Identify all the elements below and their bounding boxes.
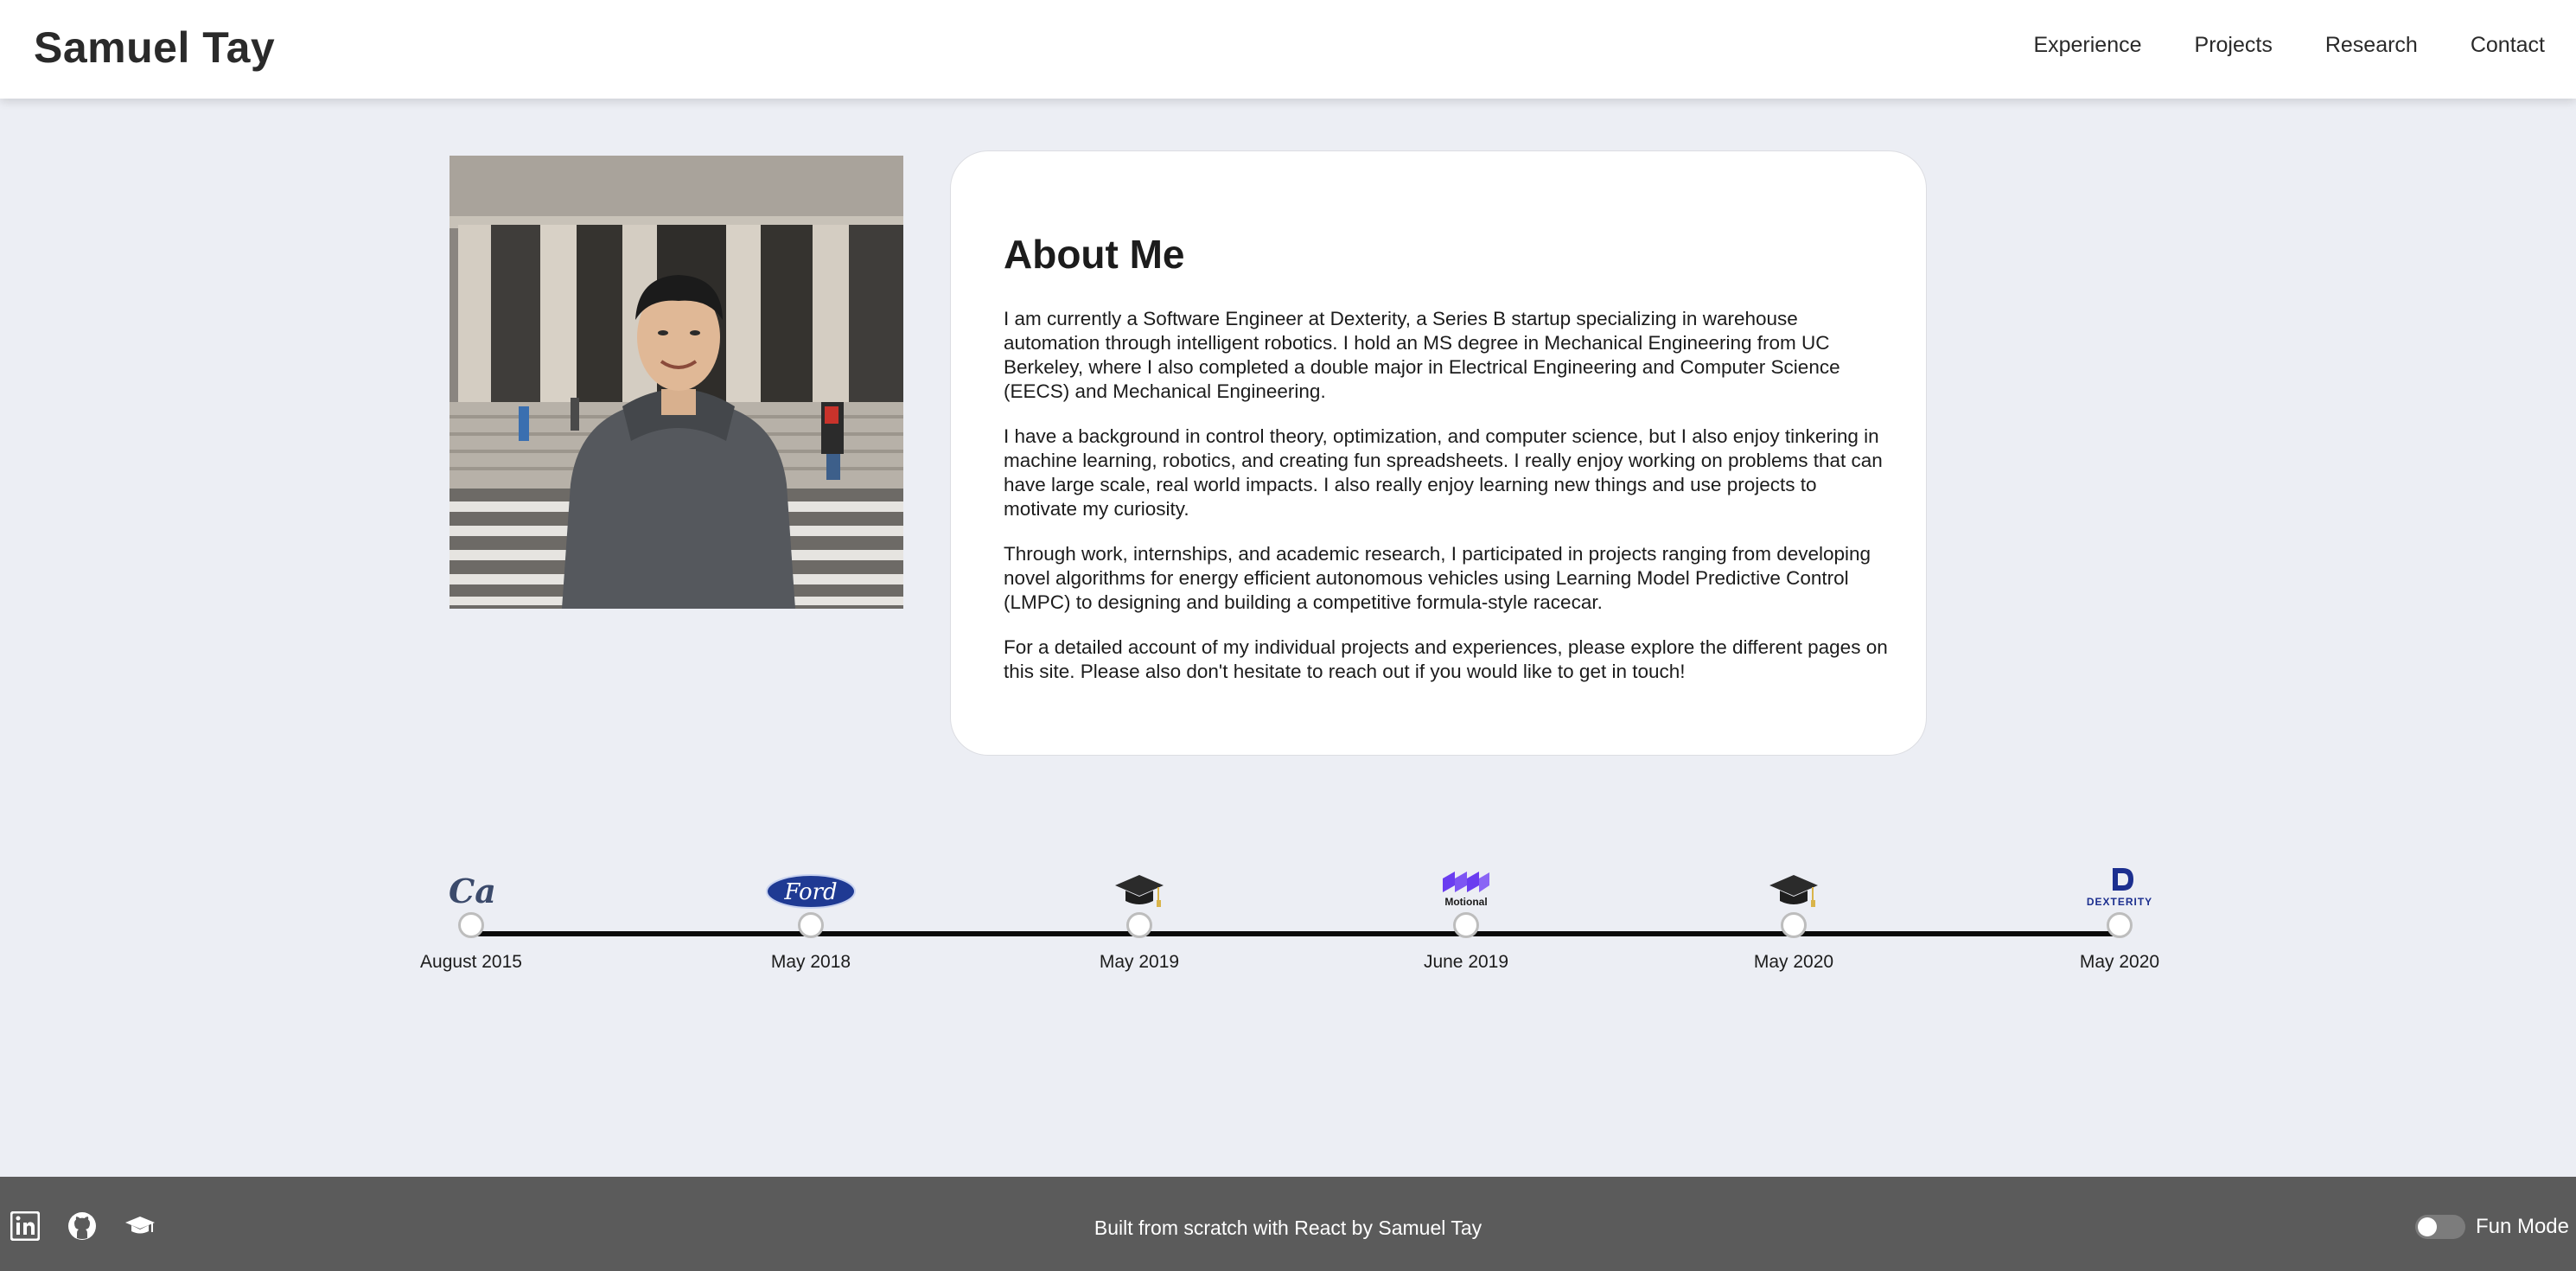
- fun-mode-control: Fun Mode: [2414, 1215, 2569, 1239]
- nav-contact[interactable]: Contact: [2471, 33, 2545, 58]
- site-brand[interactable]: Samuel Tay: [34, 22, 275, 73]
- about-paragraph: I have a background in control theory, o…: [1004, 425, 1883, 520]
- timeline-item: May 2020: [1707, 856, 1880, 973]
- timeline-item: DEXTERITY May 2020: [2033, 856, 2206, 973]
- timeline-date: June 2019: [1423, 952, 1509, 972]
- timeline-date: May 2018: [770, 952, 851, 972]
- about-paragraph: For a detailed account of my individual …: [1004, 636, 1888, 682]
- timeline-dot[interactable]: [458, 912, 484, 938]
- timeline-date: May 2020: [1753, 952, 1834, 972]
- dexterity-logo-icon: DEXTERITY: [2033, 856, 2206, 910]
- timeline-date: August 2015: [420, 952, 522, 972]
- footer-credit: Built from scratch with React by Samuel …: [1094, 1217, 1482, 1239]
- fun-mode-toggle[interactable]: [2414, 1215, 2465, 1239]
- timeline-item: Ford May 2018: [724, 856, 897, 973]
- about-title: About Me: [1004, 232, 1185, 277]
- timeline-dot[interactable]: [1781, 912, 1807, 938]
- motional-logo-icon: Motional: [1380, 856, 1553, 910]
- about-card: About Me I am currently a Software Engin…: [950, 150, 1927, 756]
- timeline-date: May 2020: [2079, 952, 2160, 972]
- svg-text:DEXTERITY: DEXTERITY: [2087, 896, 2152, 908]
- timeline-item: Cal August 2015: [385, 856, 558, 973]
- timeline-date: May 2019: [1099, 952, 1180, 972]
- graduation-cap-icon: [1707, 856, 1880, 910]
- timeline-item: May 2019: [1053, 856, 1226, 973]
- profile-photo: [450, 156, 903, 609]
- timeline-dot[interactable]: [1453, 912, 1479, 938]
- graduation-cap-icon: [1053, 856, 1226, 910]
- about-paragraph: I am currently a Software Engineer at De…: [1004, 308, 1840, 402]
- nav-experience[interactable]: Experience: [2033, 33, 2141, 58]
- site-header: Samuel Tay Experience Projects Research …: [0, 0, 2576, 99]
- main-nav: Experience Projects Research Contact: [1980, 33, 2545, 58]
- svg-text:Cal: Cal: [449, 872, 497, 910]
- timeline-dot[interactable]: [798, 912, 824, 938]
- about-paragraph: Through work, internships, and academic …: [1004, 543, 1871, 613]
- timeline-item: Motional June 2019: [1380, 856, 1553, 973]
- cal-logo-icon: Cal: [385, 856, 558, 910]
- nav-research[interactable]: Research: [2325, 33, 2418, 58]
- svg-text:Motional: Motional: [1444, 896, 1487, 908]
- ford-logo-icon: Ford: [724, 856, 897, 910]
- about-body: I am currently a Software Engineer at De…: [1004, 307, 1894, 705]
- fun-mode-label: Fun Mode: [2475, 1215, 2569, 1238]
- nav-projects[interactable]: Projects: [2195, 33, 2273, 58]
- site-footer: Built from scratch with React by Samuel …: [0, 1177, 2576, 1271]
- svg-text:Ford: Ford: [783, 879, 837, 905]
- timeline-dot[interactable]: [1126, 912, 1152, 938]
- timeline-dot[interactable]: [2107, 912, 2133, 938]
